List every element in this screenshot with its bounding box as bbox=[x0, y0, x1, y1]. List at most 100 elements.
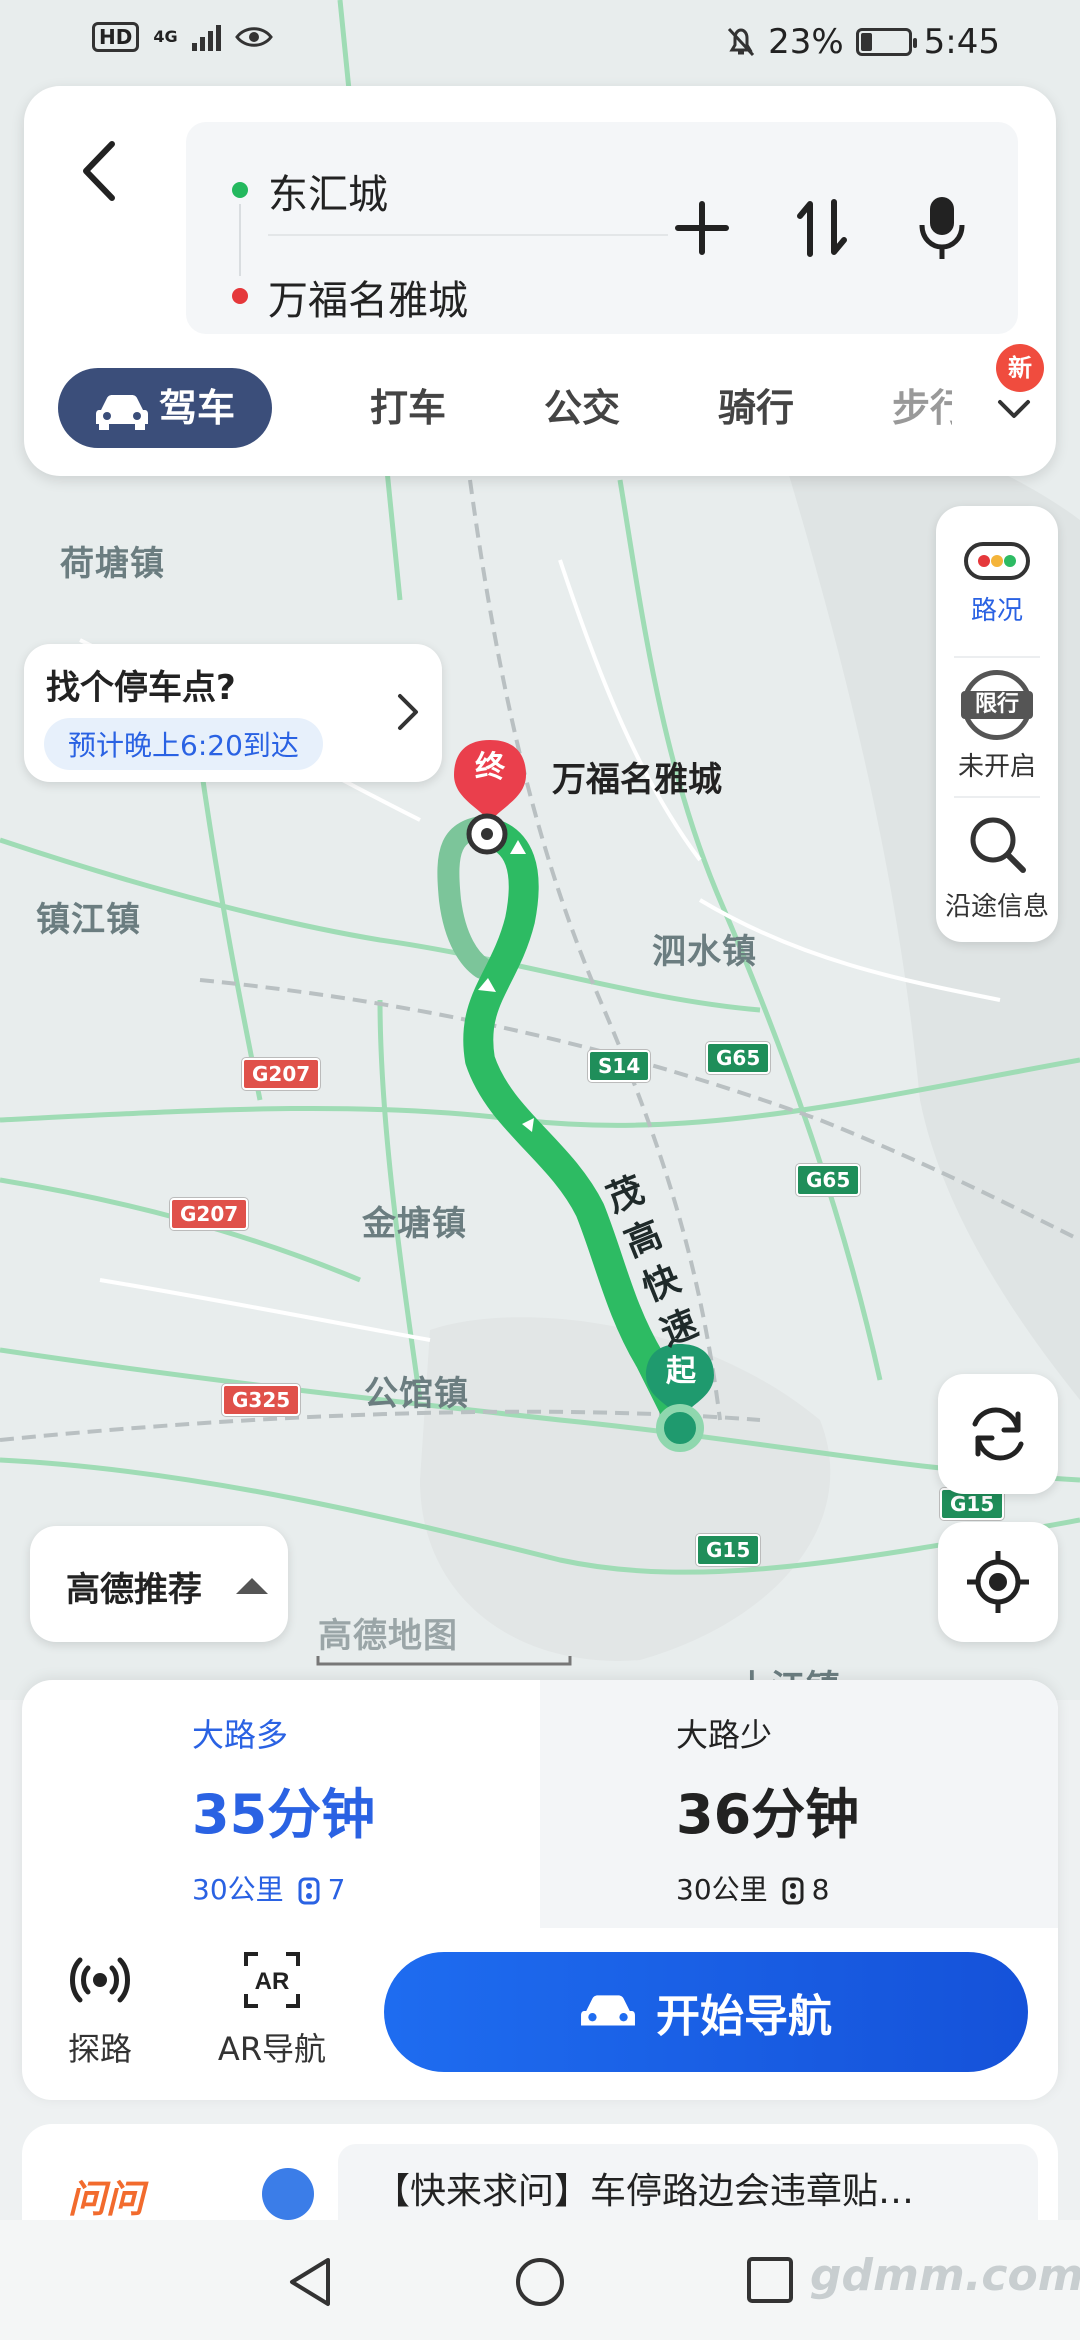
route-meta: 30公里 7 bbox=[192, 1868, 345, 1908]
back-arrow-icon bbox=[83, 141, 115, 201]
ar-navigation-button[interactable]: AR AR导航 bbox=[192, 1950, 352, 2070]
car-icon bbox=[581, 1995, 635, 2026]
add-waypoint-button[interactable] bbox=[666, 192, 738, 264]
explore-label: 探路 bbox=[67, 2030, 132, 2068]
arrival-estimate: 预计晚上6:20到达 bbox=[44, 718, 323, 770]
parking-suggestion-card[interactable]: 找个停车点? 预计晚上6:20到达 bbox=[24, 644, 442, 782]
along-route-label: 沿途信息 bbox=[944, 892, 1049, 922]
highway-shield: G207 bbox=[170, 1198, 249, 1230]
location-target-icon bbox=[967, 1551, 1029, 1613]
car-icon bbox=[95, 394, 148, 430]
chevron-right-icon bbox=[398, 694, 418, 730]
traffic-light-count: 8 bbox=[811, 1873, 830, 1906]
traffic-label: 路况 bbox=[970, 596, 1023, 626]
system-nav-bar: gdmm.com bbox=[0, 2220, 1080, 2340]
network-type: 4G bbox=[153, 27, 178, 46]
highway-shield: G207 bbox=[242, 1058, 321, 1090]
traffic-light-icon bbox=[964, 542, 1030, 580]
clock: 5:45 bbox=[923, 22, 1000, 62]
highway-shield: S14 bbox=[588, 1050, 651, 1082]
swap-route-button[interactable] bbox=[786, 192, 858, 264]
route-option-2[interactable]: 大路少 36分钟 30公里 8 bbox=[540, 1680, 1058, 1928]
route-tag: 大路少 bbox=[676, 1716, 773, 1754]
locate-me-button[interactable] bbox=[938, 1522, 1058, 1642]
map-label-gongguan: 公馆镇 bbox=[364, 1374, 469, 1414]
plus-icon bbox=[675, 201, 729, 255]
status-bar: HD 4G 23% 5:45 bbox=[0, 0, 1080, 84]
nav-back-icon[interactable] bbox=[286, 2256, 336, 2308]
start-marker[interactable]: 起 bbox=[661, 1352, 701, 1392]
along-route-button[interactable]: 沿途信息 bbox=[936, 812, 1058, 923]
nav-recents-icon[interactable] bbox=[746, 2256, 794, 2304]
map-label-sishui: 泗水镇 bbox=[652, 932, 757, 972]
transport-tabs: 驾车 打车 公交 骑行 步行 新 bbox=[58, 344, 1044, 448]
tab-drive[interactable]: 驾车 bbox=[58, 368, 272, 448]
broadcast-icon bbox=[70, 1957, 130, 2003]
route-distance: 30公里 bbox=[192, 1873, 284, 1906]
voice-input-button[interactable] bbox=[906, 192, 978, 264]
search-icon bbox=[970, 817, 1026, 873]
destination-dot-icon bbox=[232, 288, 248, 304]
more-tabs-button[interactable]: 新 bbox=[990, 344, 1044, 432]
hd-icon: HD bbox=[92, 22, 140, 52]
site-watermark: gdmm.com bbox=[810, 2250, 1080, 2301]
route-preference-selector[interactable]: 高德推荐 bbox=[30, 1526, 288, 1642]
restriction-button[interactable]: 限行 未开启 bbox=[936, 670, 1058, 783]
route-options-sheet: 大路多 35分钟 30公里 7 大路少 36分钟 30公里 8 探路 AR AR导航 bbox=[22, 1680, 1058, 2100]
route-search-card: 东汇城 万福名雅城 驾车 打车 公交 骑行 步行 新 bbox=[24, 86, 1056, 476]
tab-transit[interactable]: 公交 bbox=[544, 368, 620, 448]
highway-shield: G325 bbox=[222, 1384, 301, 1416]
map-watermark: 高德地图 bbox=[318, 1616, 458, 1656]
map-label-hetang: 荷塘镇 bbox=[60, 544, 165, 584]
avatar bbox=[262, 2168, 314, 2220]
panel-divider bbox=[954, 796, 1040, 798]
restriction-label: 未开启 bbox=[957, 752, 1036, 782]
destination-label: 万福名雅城 bbox=[552, 760, 722, 800]
map-label-zhenjiang: 镇江镇 bbox=[36, 900, 141, 940]
route-duration: 36分钟 bbox=[676, 1783, 860, 1846]
swap-icon bbox=[797, 199, 847, 257]
ar-nav-label: AR导航 bbox=[217, 2030, 327, 2068]
panel-divider bbox=[954, 656, 1040, 658]
start-navigation-button[interactable]: 开始导航 bbox=[384, 1952, 1028, 2072]
svg-text:AR: AR bbox=[255, 1968, 290, 1995]
tab-bike[interactable]: 骑行 bbox=[718, 368, 794, 448]
explore-road-button[interactable]: 探路 bbox=[22, 1950, 180, 2070]
field-divider bbox=[268, 234, 668, 236]
route-option-1[interactable]: 大路多 35分钟 30公里 7 bbox=[22, 1680, 540, 1928]
back-button[interactable] bbox=[70, 136, 130, 206]
route-tag: 大路多 bbox=[192, 1716, 289, 1754]
start-navigation-label: 开始导航 bbox=[656, 1991, 832, 2042]
refresh-route-button[interactable] bbox=[938, 1374, 1058, 1494]
highway-shield: G65 bbox=[796, 1164, 861, 1196]
traffic-light-count: 7 bbox=[327, 1873, 346, 1906]
signal-icon bbox=[191, 23, 221, 51]
route-meta: 30公里 8 bbox=[676, 1868, 829, 1908]
tab-walk[interactable]: 步行 bbox=[892, 368, 952, 448]
tab-taxi[interactable]: 打车 bbox=[370, 368, 446, 448]
battery-icon bbox=[855, 28, 917, 56]
route-duration: 35分钟 bbox=[192, 1783, 376, 1846]
parking-title: 找个停车点? bbox=[46, 668, 236, 708]
origin-field[interactable]: 东汇城 bbox=[268, 162, 388, 220]
ar-icon: AR bbox=[244, 1952, 300, 2008]
triangle-up-icon bbox=[236, 1578, 268, 1594]
battery-percent: 23% bbox=[768, 22, 844, 62]
origin-dot-icon bbox=[232, 182, 248, 198]
microphone-icon bbox=[919, 197, 965, 259]
route-distance: 30公里 bbox=[676, 1873, 768, 1906]
traffic-light-count-icon bbox=[782, 1877, 804, 1905]
new-badge: 新 bbox=[996, 344, 1044, 392]
route-preference-label: 高德推荐 bbox=[66, 1570, 202, 1610]
eye-icon bbox=[234, 27, 273, 47]
traffic-button[interactable]: 路况 bbox=[936, 542, 1058, 627]
end-marker[interactable]: 终 bbox=[470, 748, 510, 788]
nav-home-icon[interactable] bbox=[514, 2256, 566, 2308]
map-tools-panel: 路况 限行 未开启 沿途信息 bbox=[936, 506, 1058, 942]
restriction-icon: 限行 bbox=[961, 670, 1033, 740]
route-input-box: 东汇城 万福名雅城 bbox=[186, 122, 1018, 334]
refresh-icon bbox=[972, 1407, 1024, 1461]
mute-icon bbox=[727, 27, 755, 57]
traffic-light-count-icon bbox=[298, 1877, 320, 1905]
destination-field[interactable]: 万福名雅城 bbox=[268, 268, 468, 326]
